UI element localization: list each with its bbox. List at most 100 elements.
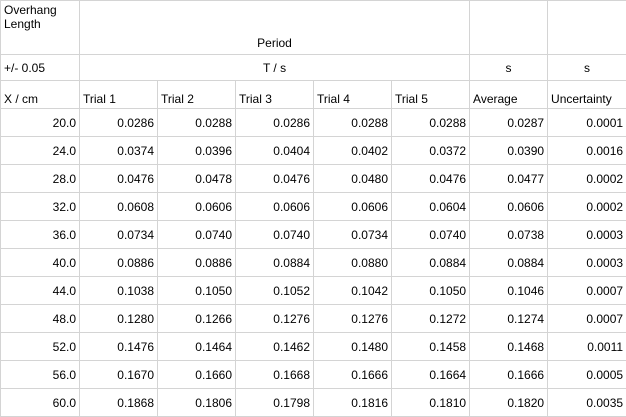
- trial-2-cell[interactable]: 0.1806: [158, 389, 236, 417]
- average-cell[interactable]: 0.0390: [470, 137, 548, 165]
- trial-2-cell[interactable]: 0.1660: [158, 361, 236, 389]
- column-header-trial-2[interactable]: Trial 2: [158, 81, 236, 109]
- trial-1-cell[interactable]: 0.1670: [80, 361, 158, 389]
- trial-1-cell[interactable]: 0.0608: [80, 193, 158, 221]
- period-unit-header[interactable]: T / s: [80, 55, 470, 81]
- trial-5-cell[interactable]: 0.1458: [392, 333, 470, 361]
- average-cell[interactable]: 0.0884: [470, 249, 548, 277]
- uncertainty-unit-header[interactable]: s: [548, 55, 626, 81]
- uncertainty-cell[interactable]: 0.0011: [548, 333, 626, 361]
- average-cell[interactable]: 0.1046: [470, 277, 548, 305]
- x-value-cell[interactable]: 52.0: [1, 333, 80, 361]
- column-header-x[interactable]: X / cm: [1, 81, 80, 109]
- trial-1-cell[interactable]: 0.1868: [80, 389, 158, 417]
- average-cell[interactable]: 0.0606: [470, 193, 548, 221]
- trial-4-cell[interactable]: 0.1666: [314, 361, 392, 389]
- trial-2-cell[interactable]: 0.0740: [158, 221, 236, 249]
- trial-2-cell[interactable]: 0.1266: [158, 305, 236, 333]
- trial-3-cell[interactable]: 0.1668: [236, 361, 314, 389]
- trial-4-cell[interactable]: 0.0734: [314, 221, 392, 249]
- trial-5-cell[interactable]: 0.1272: [392, 305, 470, 333]
- trial-5-cell[interactable]: 0.0372: [392, 137, 470, 165]
- trial-4-cell[interactable]: 0.1276: [314, 305, 392, 333]
- period-header[interactable]: Period: [80, 1, 470, 55]
- trial-5-cell[interactable]: 0.0604: [392, 193, 470, 221]
- column-header-uncertainty[interactable]: Uncertainty: [548, 81, 626, 109]
- trial-4-cell[interactable]: 0.0880: [314, 249, 392, 277]
- average-cell[interactable]: 0.0287: [470, 109, 548, 137]
- trial-5-cell[interactable]: 0.0740: [392, 221, 470, 249]
- average-cell[interactable]: 0.1666: [470, 361, 548, 389]
- column-header-trial-3[interactable]: Trial 3: [236, 81, 314, 109]
- average-cell[interactable]: 0.0738: [470, 221, 548, 249]
- trial-5-cell[interactable]: 0.0288: [392, 109, 470, 137]
- column-header-trial-5[interactable]: Trial 5: [392, 81, 470, 109]
- trial-2-cell[interactable]: 0.0288: [158, 109, 236, 137]
- trial-3-cell[interactable]: 0.0476: [236, 165, 314, 193]
- trial-5-cell[interactable]: 0.1664: [392, 361, 470, 389]
- trial-4-cell[interactable]: 0.1816: [314, 389, 392, 417]
- trial-4-cell[interactable]: 0.1042: [314, 277, 392, 305]
- trial-4-cell[interactable]: 0.0288: [314, 109, 392, 137]
- trial-5-cell[interactable]: 0.0884: [392, 249, 470, 277]
- x-value-cell[interactable]: 28.0: [1, 165, 80, 193]
- x-value-cell[interactable]: 24.0: [1, 137, 80, 165]
- trial-3-cell[interactable]: 0.0404: [236, 137, 314, 165]
- x-value-cell[interactable]: 40.0: [1, 249, 80, 277]
- trial-1-cell[interactable]: 0.1038: [80, 277, 158, 305]
- trial-1-cell[interactable]: 0.1476: [80, 333, 158, 361]
- empty-cell[interactable]: [548, 1, 626, 55]
- uncertainty-cell[interactable]: 0.0002: [548, 165, 626, 193]
- average-cell[interactable]: 0.1468: [470, 333, 548, 361]
- trial-3-cell[interactable]: 0.0740: [236, 221, 314, 249]
- trial-4-cell[interactable]: 0.0402: [314, 137, 392, 165]
- trial-3-cell[interactable]: 0.0286: [236, 109, 314, 137]
- x-value-cell[interactable]: 20.0: [1, 109, 80, 137]
- overhang-length-header[interactable]: Overhang Length: [1, 1, 80, 55]
- uncertainty-cell[interactable]: 0.0007: [548, 277, 626, 305]
- x-value-cell[interactable]: 44.0: [1, 277, 80, 305]
- uncertainty-cell[interactable]: 0.0005: [548, 361, 626, 389]
- x-value-cell[interactable]: 56.0: [1, 361, 80, 389]
- trial-5-cell[interactable]: 0.1050: [392, 277, 470, 305]
- trial-1-cell[interactable]: 0.0886: [80, 249, 158, 277]
- trial-2-cell[interactable]: 0.1464: [158, 333, 236, 361]
- uncertainty-cell[interactable]: 0.0001: [548, 109, 626, 137]
- x-value-cell[interactable]: 48.0: [1, 305, 80, 333]
- uncertainty-cell[interactable]: 0.0003: [548, 249, 626, 277]
- trial-3-cell[interactable]: 0.1276: [236, 305, 314, 333]
- trial-2-cell[interactable]: 0.0886: [158, 249, 236, 277]
- x-value-cell[interactable]: 36.0: [1, 221, 80, 249]
- x-value-cell[interactable]: 60.0: [1, 389, 80, 417]
- x-uncertainty-header[interactable]: +/- 0.05: [1, 55, 80, 81]
- trial-2-cell[interactable]: 0.0478: [158, 165, 236, 193]
- trial-1-cell[interactable]: 0.0476: [80, 165, 158, 193]
- uncertainty-cell[interactable]: 0.0035: [548, 389, 626, 417]
- trial-2-cell[interactable]: 0.0396: [158, 137, 236, 165]
- trial-3-cell[interactable]: 0.1052: [236, 277, 314, 305]
- trial-2-cell[interactable]: 0.0606: [158, 193, 236, 221]
- average-cell[interactable]: 0.0477: [470, 165, 548, 193]
- trial-1-cell[interactable]: 0.1280: [80, 305, 158, 333]
- trial-3-cell[interactable]: 0.1462: [236, 333, 314, 361]
- trial-2-cell[interactable]: 0.1050: [158, 277, 236, 305]
- column-header-trial-4[interactable]: Trial 4: [314, 81, 392, 109]
- trial-4-cell[interactable]: 0.0480: [314, 165, 392, 193]
- trial-3-cell[interactable]: 0.0884: [236, 249, 314, 277]
- uncertainty-cell[interactable]: 0.0016: [548, 137, 626, 165]
- trial-4-cell[interactable]: 0.0606: [314, 193, 392, 221]
- trial-1-cell[interactable]: 0.0734: [80, 221, 158, 249]
- trial-5-cell[interactable]: 0.1810: [392, 389, 470, 417]
- column-header-average[interactable]: Average: [470, 81, 548, 109]
- uncertainty-cell[interactable]: 0.0007: [548, 305, 626, 333]
- column-header-trial-1[interactable]: Trial 1: [80, 81, 158, 109]
- x-value-cell[interactable]: 32.0: [1, 193, 80, 221]
- trial-5-cell[interactable]: 0.0476: [392, 165, 470, 193]
- empty-cell[interactable]: [470, 1, 548, 55]
- average-unit-header[interactable]: s: [470, 55, 548, 81]
- trial-1-cell[interactable]: 0.0374: [80, 137, 158, 165]
- trial-3-cell[interactable]: 0.0606: [236, 193, 314, 221]
- trial-4-cell[interactable]: 0.1480: [314, 333, 392, 361]
- uncertainty-cell[interactable]: 0.0003: [548, 221, 626, 249]
- trial-1-cell[interactable]: 0.0286: [80, 109, 158, 137]
